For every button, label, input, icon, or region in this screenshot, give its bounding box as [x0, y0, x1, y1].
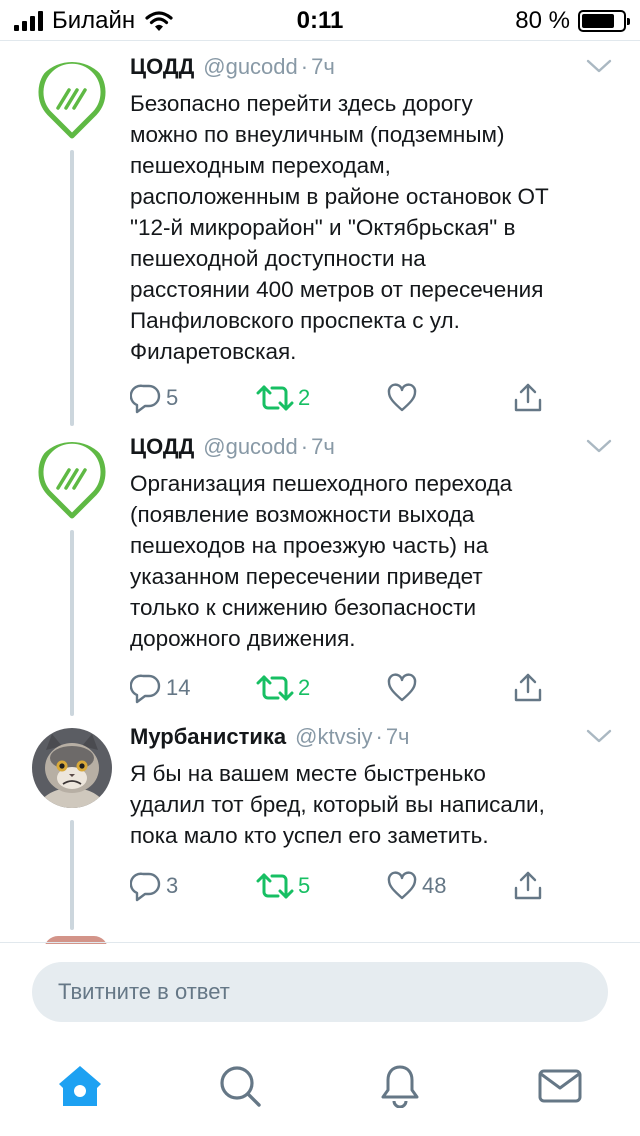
reply-icon — [130, 384, 161, 414]
heart-icon — [387, 673, 417, 702]
messages-envelope-icon — [538, 1069, 582, 1103]
tweet-header: ЦОДД @gucodd · 7ч — [130, 54, 335, 84]
avatar[interactable] — [32, 728, 112, 808]
tweet-time[interactable]: 7ч — [311, 434, 335, 460]
share-button[interactable] — [512, 380, 544, 416]
separator-dot: · — [300, 54, 309, 79]
status-bar: Билайн 0:11 80 % — [0, 0, 640, 40]
separator-dot: · — [375, 724, 383, 749]
notifications-bell-icon — [381, 1065, 419, 1108]
author-name[interactable]: ЦОДД — [130, 434, 194, 460]
tab-notifications[interactable] — [376, 1062, 424, 1110]
tweet-actions: 3 5 48 — [130, 868, 610, 904]
tweet-time[interactable]: 7ч — [311, 54, 335, 80]
reply-icon — [130, 674, 161, 704]
reply-count: 14 — [166, 675, 191, 700]
retweet-count: 2 — [298, 385, 311, 410]
avatar[interactable] — [32, 442, 112, 522]
tweet[interactable]: ЦОДД @gucodd · 7ч Безопасно перейти здес… — [0, 54, 640, 424]
reply-count: 5 — [166, 385, 179, 410]
share-icon — [514, 871, 542, 900]
retweet-button[interactable]: 2 — [256, 670, 310, 706]
tab-search[interactable] — [216, 1062, 264, 1110]
home-icon — [59, 1066, 101, 1106]
separator-dot: · — [300, 434, 309, 459]
search-icon — [220, 1066, 261, 1107]
battery-percent: 80 % — [515, 7, 570, 34]
reply-button[interactable]: 3 — [130, 868, 178, 904]
compose-divider — [0, 942, 640, 943]
reply-count: 3 — [166, 873, 179, 898]
share-icon — [514, 383, 542, 412]
tab-bar — [0, 1040, 640, 1136]
tweet[interactable]: ЦОДД @gucodd · 7ч Организация пешеходног… — [0, 434, 640, 714]
share-button[interactable] — [512, 670, 544, 706]
retweet-icon — [256, 873, 294, 899]
tweet-time[interactable]: 7ч — [386, 724, 410, 750]
share-icon — [514, 673, 542, 702]
reply-button[interactable]: 5 — [130, 380, 178, 416]
chevron-down-icon[interactable] — [586, 58, 612, 74]
author-handle[interactable]: @gucodd — [203, 54, 298, 80]
avatar[interactable] — [32, 62, 112, 142]
tweet-header: Мурбанистика @ktvsiy · 7ч — [130, 724, 410, 754]
heart-icon — [387, 871, 417, 900]
tweet-header: ЦОДД @gucodd · 7ч — [130, 434, 335, 464]
retweet-count: 5 — [298, 873, 311, 898]
like-button[interactable] — [386, 380, 422, 416]
heart-icon — [387, 383, 417, 412]
retweet-count: 2 — [298, 675, 311, 700]
codd-logo-icon — [32, 442, 112, 522]
tweet-actions: 14 2 — [130, 670, 610, 706]
retweet-button[interactable]: 2 — [256, 380, 310, 416]
header-divider — [0, 40, 640, 41]
tweet[interactable]: Мурбанистика @ktvsiy · 7ч Я бы на вашем … — [0, 724, 640, 924]
tab-messages[interactable] — [536, 1062, 584, 1110]
author-name[interactable]: Мурбанистика — [130, 724, 286, 750]
grumpy-cat-avatar — [32, 728, 112, 808]
tweet-text: Безопасно перейти здесь дорогу можно по … — [130, 91, 549, 364]
tweet-text: Я бы на вашем месте быстренько удалил то… — [130, 761, 545, 848]
retweet-icon — [256, 385, 294, 411]
author-handle[interactable]: @ktvsiy — [295, 724, 372, 750]
tweet-actions: 5 2 — [130, 380, 610, 416]
tweet-text: Организация пешеходного перехода (появле… — [130, 471, 513, 651]
reply-input[interactable]: Твитните в ответ — [32, 962, 608, 1022]
author-handle[interactable]: @gucodd — [203, 434, 298, 460]
retweet-icon — [256, 675, 294, 701]
retweet-button[interactable]: 5 — [256, 868, 310, 904]
reply-button[interactable]: 14 — [130, 670, 190, 706]
share-button[interactable] — [512, 868, 544, 904]
battery-icon — [578, 10, 630, 32]
codd-logo-icon — [32, 62, 112, 142]
tab-home[interactable] — [56, 1062, 104, 1110]
status-bar-right: 80 % — [515, 7, 630, 34]
chevron-down-icon[interactable] — [586, 728, 612, 744]
like-count: 48 — [422, 873, 447, 898]
chevron-down-icon[interactable] — [586, 438, 612, 454]
reply-icon — [130, 872, 161, 902]
like-button[interactable] — [386, 670, 422, 706]
like-button[interactable]: 48 — [386, 868, 446, 904]
author-name[interactable]: ЦОДД — [130, 54, 194, 80]
